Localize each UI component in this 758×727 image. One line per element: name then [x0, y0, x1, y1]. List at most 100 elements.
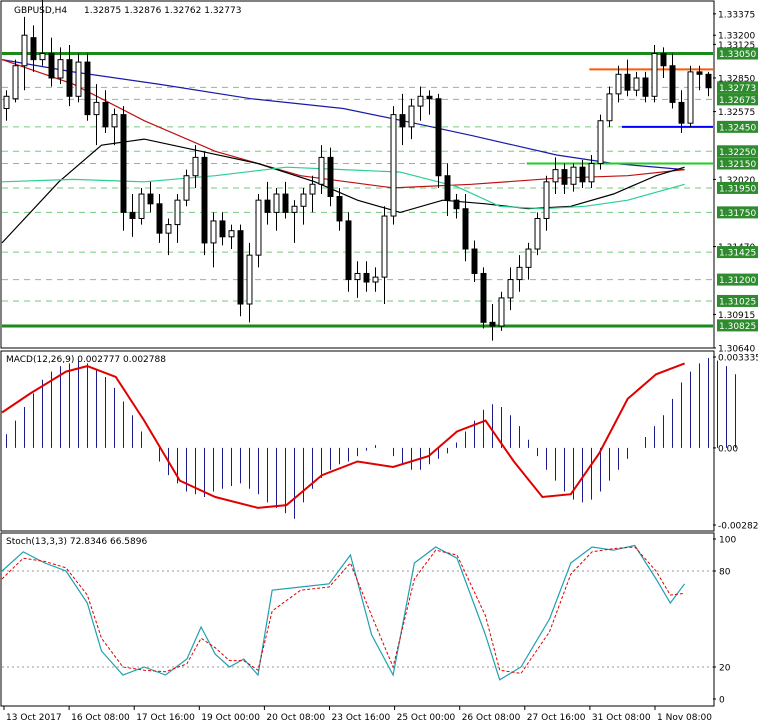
price-scale-label: 1.31750 — [719, 209, 756, 219]
candle-body — [237, 230, 244, 305]
candle-body — [408, 105, 415, 128]
candle-body — [156, 203, 163, 234]
chart-header-symbol: GBPUSD,H4 — [14, 6, 67, 16]
candle-body — [462, 208, 469, 250]
stoch-scale-label: 0 — [719, 696, 725, 706]
stoch-panel: Stoch(13,3,3) 72.8346 66.5896 100 80 20 0 — [1, 536, 736, 706]
candle-body — [507, 279, 514, 299]
time-axis-label: 26 Oct 08:00 — [462, 713, 521, 723]
candle-body — [336, 195, 343, 222]
time-axis: 13 Oct 2017 16 Oct 08:00 17 Oct 16:00 19 Oc… — [3, 706, 712, 723]
price-scale-label: 1.32150 — [719, 160, 756, 170]
candle-body — [489, 321, 496, 327]
candle-body — [138, 193, 145, 219]
candle-body — [633, 77, 640, 91]
candle-body — [696, 71, 703, 75]
candle-body — [66, 59, 73, 97]
candle-body — [192, 156, 199, 177]
candle-body — [561, 169, 568, 185]
macd-panel: MACD(12,26,9) 0.002777 0.002788 0.003335 0… — [1, 354, 758, 532]
candle-body — [327, 156, 334, 197]
candle-body — [444, 175, 451, 201]
price-scale-label: 1.30825 — [719, 322, 756, 332]
time-axis-label: 13 Oct 2017 — [6, 713, 62, 723]
candle-body — [12, 65, 19, 100]
candle-body — [228, 230, 235, 238]
candle-body — [480, 272, 487, 323]
price-scale-label: 1.33050 — [719, 50, 756, 60]
time-axis-label: 27 Oct 16:00 — [527, 713, 586, 723]
candle-body — [264, 199, 271, 213]
candle-body — [471, 248, 478, 274]
stoch-frame — [0, 532, 715, 707]
price-scale-label: 1.33375 — [718, 10, 755, 20]
candle-body — [678, 101, 685, 124]
price-scale-label: 1.31950 — [719, 184, 756, 194]
candle-body — [48, 53, 55, 79]
time-axis-label: 23 Oct 16:00 — [332, 713, 391, 723]
stoch-main-line — [1, 544, 686, 681]
price-scale-label: 1.32575 — [718, 108, 755, 118]
candle-body — [201, 156, 208, 244]
candle-body — [615, 73, 622, 95]
macd-scale-label: -0.002829 — [718, 522, 758, 532]
candle-body — [273, 193, 280, 213]
time-axis-label: 19 Oct 00:00 — [201, 713, 260, 723]
candle-body — [381, 215, 388, 278]
candle-body — [498, 297, 505, 327]
candle-body — [129, 211, 136, 219]
candle-body — [210, 220, 217, 244]
candle-body — [102, 101, 109, 128]
candle-body — [669, 65, 676, 103]
candle-body — [3, 95, 10, 110]
candle-body — [174, 199, 181, 226]
moving-average-line — [1, 138, 685, 244]
candle-body — [453, 199, 460, 210]
price-scale-label: 1.31025 — [719, 297, 756, 307]
chart-header-quote: 1.32875 1.32876 1.32762 1.32773 — [84, 6, 241, 16]
macd-scale-label: 0.00 — [718, 444, 738, 454]
candle-body — [354, 272, 361, 281]
candle-body — [75, 61, 82, 97]
candle-body — [165, 224, 172, 234]
candle-body — [534, 217, 541, 250]
price-scale-label: 1.32450 — [719, 123, 756, 133]
candle-body — [363, 272, 370, 283]
candle-body — [597, 120, 604, 165]
candle-body — [57, 59, 64, 79]
candle-body — [390, 114, 397, 217]
price-scale-label: 1.32773 — [719, 84, 756, 94]
stoch-scale-label: 100 — [719, 536, 736, 546]
stoch-label: Stoch(13,3,3) 72.8346 66.5896 — [6, 537, 147, 547]
time-axis-label: 25 Oct 00:00 — [397, 713, 456, 723]
candle-body — [570, 166, 577, 185]
time-axis-label: 17 Oct 16:00 — [136, 713, 195, 723]
candle-body — [309, 183, 316, 195]
candle-body — [642, 77, 649, 97]
macd-label: MACD(12,26,9) 0.002777 0.002788 — [6, 355, 166, 365]
time-axis-label: 1 Nov 08:00 — [657, 713, 712, 723]
candle-body — [255, 199, 262, 256]
candle-body — [624, 73, 631, 91]
stoch-scale-label: 20 — [719, 664, 731, 674]
candle-body — [399, 114, 406, 128]
candle-body — [282, 193, 289, 213]
price-scale-label: 1.31425 — [719, 249, 756, 259]
candle-body — [705, 73, 712, 89]
candle-body — [525, 248, 532, 268]
candle-body — [120, 114, 127, 213]
candle-body — [300, 193, 307, 207]
macd-scale-label: 0.003335 — [718, 354, 758, 364]
candle-body — [426, 95, 433, 100]
candle-body — [318, 156, 325, 185]
price-scale-label: 1.31200 — [719, 276, 756, 286]
candle-body — [291, 205, 298, 213]
candle-body — [588, 163, 595, 183]
time-axis-label: 31 Oct 08:00 — [592, 713, 651, 723]
candle-body — [246, 254, 253, 305]
candle-body — [516, 266, 523, 281]
candle-body — [21, 34, 28, 67]
chart-canvas: 1.333751.332001.331251.330501.328501.327… — [0, 0, 758, 723]
macd-frame — [0, 350, 715, 532]
time-axis-label: 20 Oct 08:00 — [266, 713, 325, 723]
